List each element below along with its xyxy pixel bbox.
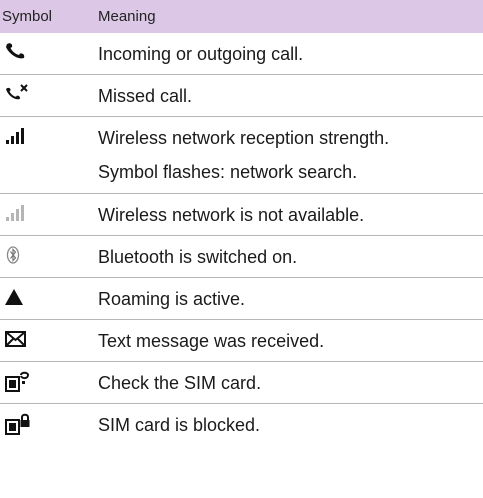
row-text: Wireless network reception strength.: [98, 128, 390, 148]
table-row: Text message was received.: [0, 320, 483, 362]
table-row: Roaming is active.: [0, 278, 483, 320]
table-row: Check the SIM card.: [0, 362, 483, 404]
phone-handset-icon: [0, 33, 98, 74]
sim-blocked-icon: [0, 404, 98, 446]
bluetooth-icon: [0, 236, 98, 277]
row-text: SIM card is blocked.: [98, 415, 261, 435]
table-header: Symbol Meaning: [0, 0, 483, 33]
symbol-column-header: Symbol: [2, 8, 53, 25]
table-row: Missed call.: [0, 75, 483, 117]
row-text: Symbol flashes: network search.: [98, 162, 358, 182]
signal-strength-icon: [0, 117, 98, 193]
meaning-column-header: Meaning: [98, 8, 156, 25]
row-text: Wireless network is not available.: [98, 205, 365, 225]
table-row: Wireless network reception strength. Sym…: [0, 117, 483, 194]
table-row: SIM card is blocked.: [0, 404, 483, 446]
row-text: Roaming is active.: [98, 289, 246, 309]
missed-call-icon: [0, 75, 98, 116]
row-text: Bluetooth is switched on.: [98, 247, 298, 267]
row-text: Text message was received.: [98, 331, 325, 351]
sim-check-icon: [0, 362, 98, 403]
row-text: Missed call.: [98, 86, 193, 106]
row-text: Incoming or outgoing call.: [98, 44, 304, 64]
table-row: Wireless network is not available.: [0, 194, 483, 236]
symbol-table: Symbol Meaning Incoming or outgoing call…: [0, 0, 483, 446]
envelope-icon: [0, 320, 98, 361]
table-row: Incoming or outgoing call.: [0, 33, 483, 75]
no-network-icon: [0, 194, 98, 235]
roaming-triangle-icon: [0, 278, 98, 319]
row-text: Check the SIM card.: [98, 373, 262, 393]
table-row: Bluetooth is switched on.: [0, 236, 483, 278]
